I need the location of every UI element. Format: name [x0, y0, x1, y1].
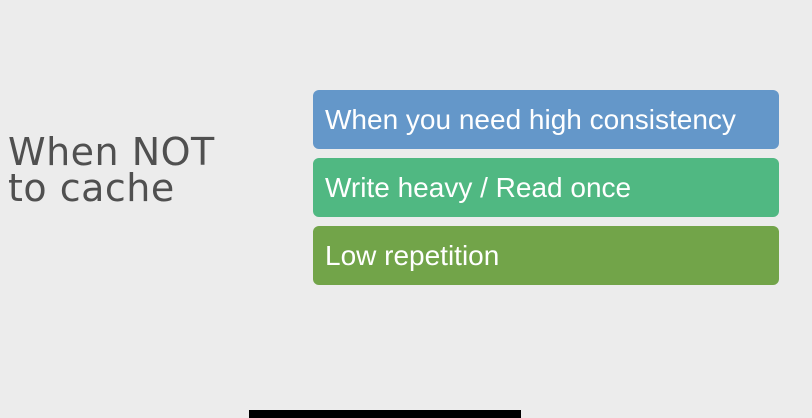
- reasons-list: When you need high consistency Write hea…: [313, 90, 779, 294]
- reason-item-low-repetition: Low repetition: [313, 226, 779, 285]
- bottom-black-bar: [249, 410, 521, 418]
- reason-item-high-consistency: When you need high consistency: [313, 90, 779, 149]
- slide-title: When NOT to cache: [8, 130, 215, 210]
- reason-item-write-heavy: Write heavy / Read once: [313, 158, 779, 217]
